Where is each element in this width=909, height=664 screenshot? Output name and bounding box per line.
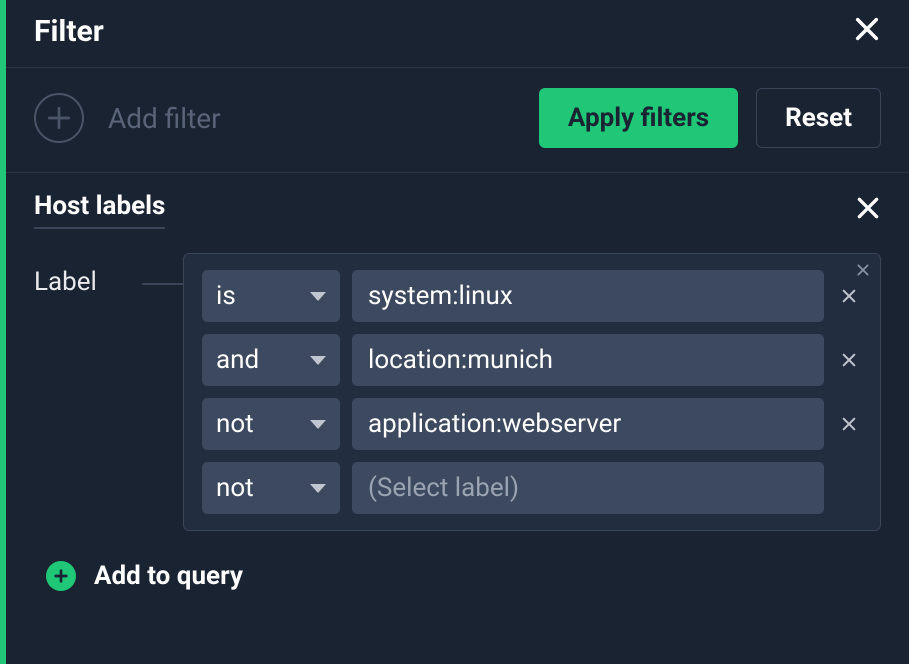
rules-box-close-button[interactable] [856,260,870,280]
label-connector [142,283,184,285]
toolbar-buttons: Apply filters Reset [539,88,881,148]
operator-select[interactable]: not [202,462,340,514]
add-to-query-button[interactable]: Add to query [34,531,881,591]
apply-filters-button[interactable]: Apply filters [539,88,738,148]
rule-row: is system:linux [202,270,862,322]
operator-select[interactable]: is [202,270,340,322]
plus-circle-icon [34,93,84,143]
label-value-input[interactable]: system:linux [352,270,824,322]
operator-value: and [216,345,259,375]
filter-panel: Filter Add filter Apply filters Reset Ho… [0,0,909,664]
add-filter-label: Add filter [108,102,221,135]
operator-value: not [216,409,254,439]
chevron-down-icon [310,484,326,493]
remove-rule-button[interactable] [836,410,862,438]
remove-rule-button[interactable] [836,346,862,374]
panel-title: Filter [34,14,104,49]
close-panel-button[interactable] [853,15,881,49]
operator-value: not [216,473,254,503]
add-to-query-label: Add to query [94,561,243,591]
chevron-down-icon [310,356,326,365]
remove-section-button[interactable] [855,194,881,226]
section-title: Host labels [34,191,165,229]
chevron-down-icon [310,292,326,301]
rule-row: not application:webserver [202,398,862,450]
chevron-down-icon [310,420,326,429]
panel-header: Filter [6,0,909,67]
label-value-input[interactable]: location:munich [352,334,824,386]
rule-row: not (Select label) [202,462,862,514]
label-row-area: Label is system:linux and location:munich no… [34,253,881,531]
reset-button[interactable]: Reset [756,88,881,148]
add-filter-button[interactable]: Add filter [34,93,221,143]
operator-select[interactable]: not [202,398,340,450]
toolbar: Add filter Apply filters Reset [6,67,909,173]
operator-select[interactable]: and [202,334,340,386]
rules-box: is system:linux and location:munich not appli… [183,253,881,531]
label-value-input[interactable]: application:webserver [352,398,824,450]
label-value-input[interactable]: (Select label) [352,462,824,514]
remove-rule-button[interactable] [836,282,862,310]
plus-icon [46,561,76,591]
section-header: Host labels [34,191,881,229]
label-caption: Label [34,253,142,297]
rule-row: and location:munich [202,334,862,386]
host-labels-section: Host labels Label is system:linux and locat… [6,173,909,591]
operator-value: is [216,281,236,311]
